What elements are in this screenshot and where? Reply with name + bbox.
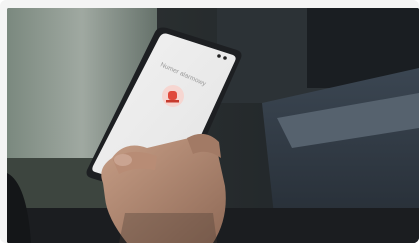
- image-card: Numer alarmowy: [0, 0, 419, 243]
- photo-scene: Numer alarmowy: [7, 8, 419, 243]
- hand: [101, 133, 226, 243]
- camera-icon: [217, 54, 221, 58]
- alarm-light-icon: [162, 85, 184, 107]
- photo: Numer alarmowy: [7, 8, 419, 243]
